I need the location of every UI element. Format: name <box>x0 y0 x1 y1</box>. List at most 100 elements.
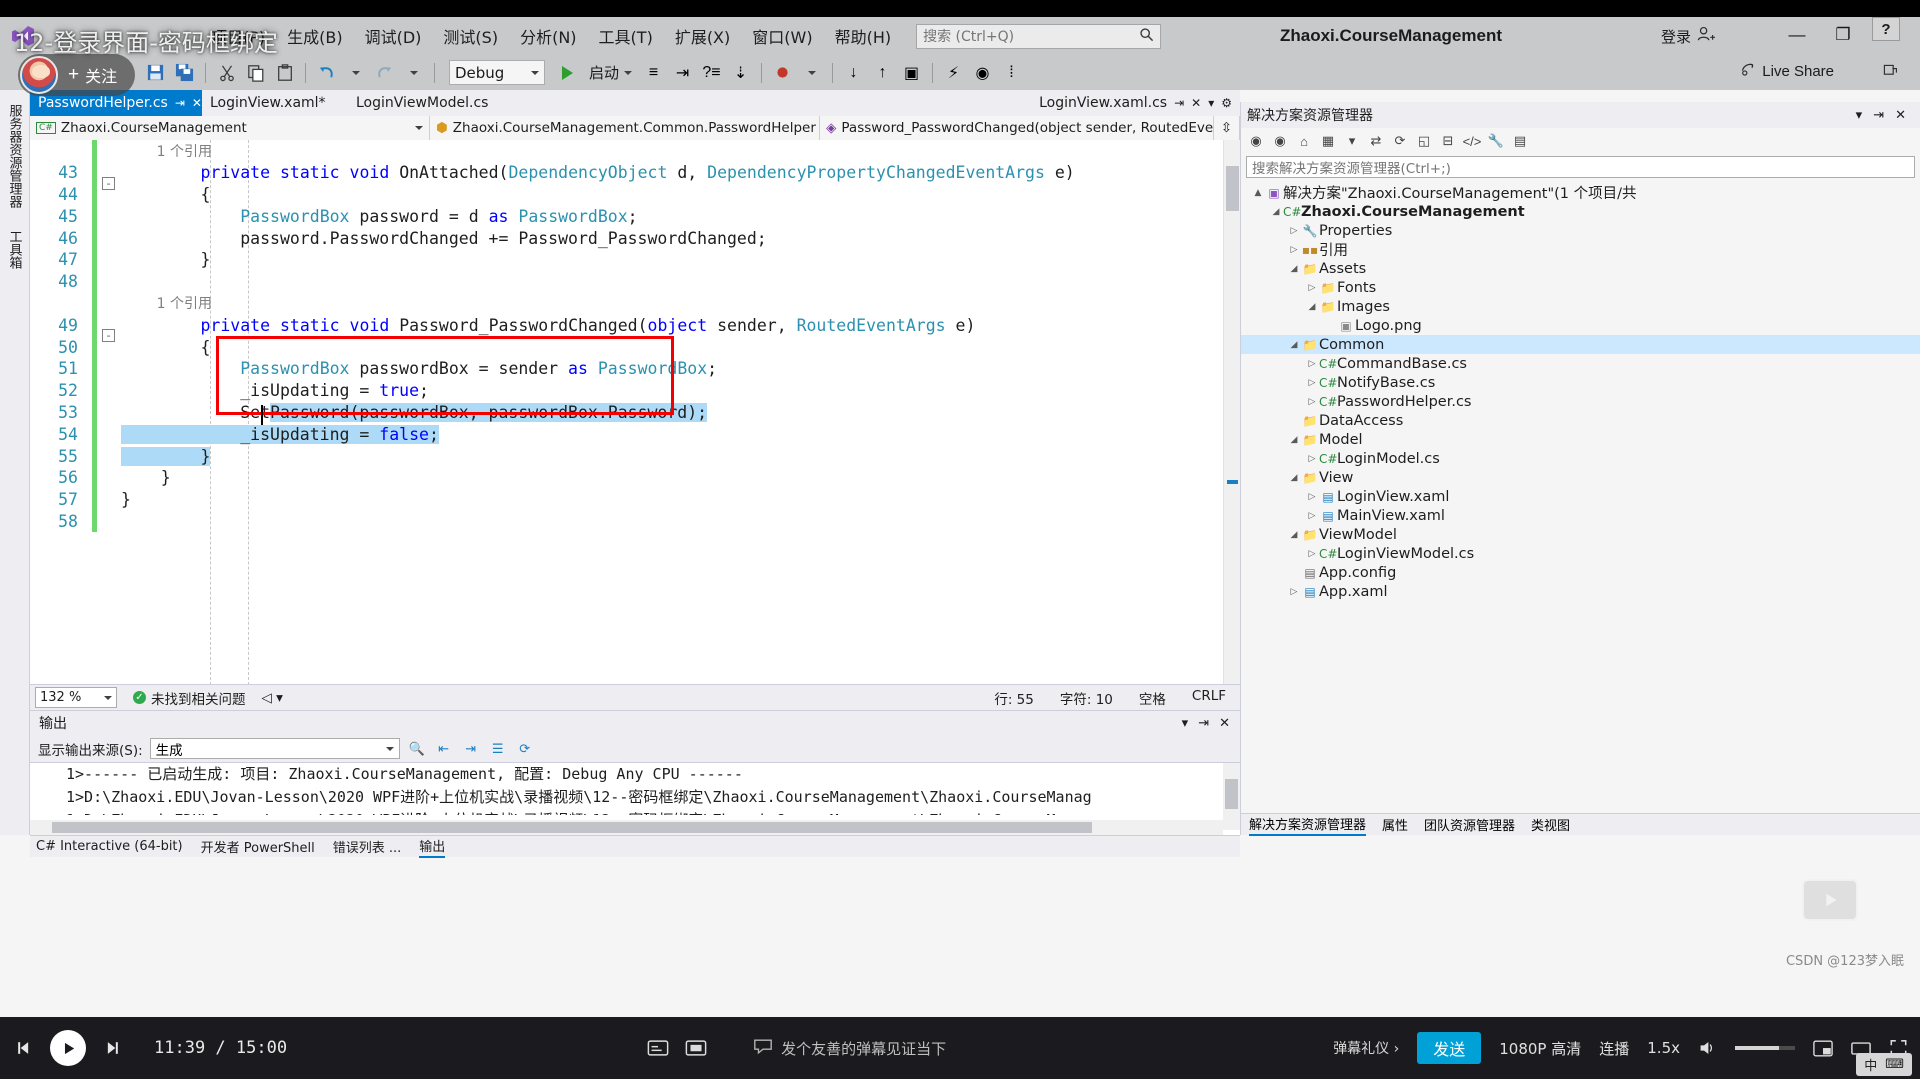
code-line-53[interactable]: 53 SetPassword(passwordBox, passwordBox.… <box>30 401 1240 424</box>
redo-dropdown-icon[interactable] <box>400 60 427 86</box>
picture-in-picture-icon[interactable] <box>1813 1040 1833 1057</box>
editor-actions-icon[interactable]: ◁ ▾ <box>262 690 283 706</box>
more-options-icon[interactable]: ⇣ <box>727 60 754 86</box>
diagnostics-icon[interactable]: ◉ <box>969 60 996 86</box>
tree-item-logo-png[interactable]: ▣ Logo.png <box>1241 316 1920 335</box>
tree-item-passwordhelper-cs[interactable]: ▷ C# PasswordHelper.cs <box>1241 392 1920 411</box>
sync-icon[interactable]: ⇄ <box>1366 131 1386 151</box>
tree-item-app-config[interactable]: ▤ App.config <box>1241 563 1920 582</box>
code-line-55[interactable]: 55 } <box>30 445 1240 467</box>
chevron-down-icon[interactable]: ◢ <box>1287 473 1301 483</box>
code-lines[interactable]: 1 个引用 43- private static void OnAttached(… <box>30 140 1240 533</box>
undo-icon[interactable] <box>313 60 340 86</box>
tree-item-viewmodel[interactable]: ◢ 📁 ViewModel <box>1241 525 1920 544</box>
indent-icon[interactable]: ⇥ <box>669 60 696 86</box>
minimize-button[interactable]: — <box>1774 21 1820 49</box>
tree-item--zhaoxi-coursemanagement-1-[interactable]: ▲ ▣ 解决方案"Zhaoxi.CourseManagement"(1 个项目/共 <box>1241 183 1920 203</box>
gear-icon[interactable]: ⚙ <box>1221 96 1232 110</box>
dock-tab-powershell[interactable]: 开发者 PowerShell <box>201 837 315 856</box>
forward-icon[interactable]: ◉ <box>1270 131 1290 151</box>
menu-item-test[interactable]: 测试(S) <box>432 21 509 51</box>
doctab-loginview-xaml-cs[interactable]: LoginView.xaml.cs ⇥ ✕ ▾ ⚙ <box>1025 90 1240 116</box>
dock-tab-server-explorer[interactable]: 服务器资源管理器 <box>4 96 26 216</box>
doctab-loginviewmodel[interactable]: LoginViewModel.cs <box>348 90 488 116</box>
tree-item-commandbase-cs[interactable]: ▷ C# CommandBase.cs <box>1241 354 1920 373</box>
code-line-57[interactable]: 57} <box>30 488 1240 511</box>
tree-item--[interactable]: ▷ ▪▪ 引用 <box>1241 240 1920 260</box>
live-share-button[interactable]: Live Share <box>1740 61 1834 81</box>
code-line-56[interactable]: 56 } <box>30 466 1240 489</box>
menu-item-debug[interactable]: 调试(D) <box>354 21 433 51</box>
dock-tab-output[interactable]: 输出 <box>419 836 446 858</box>
play-icon[interactable] <box>50 1030 86 1066</box>
output-vertical-scrollbar[interactable] <box>1223 763 1240 830</box>
search-input[interactable]: 搜索 (Ctrl+Q) <box>916 23 1162 49</box>
menu-item-tools[interactable]: 工具(T) <box>588 21 664 51</box>
subtitle-icon[interactable] <box>647 1039 669 1058</box>
next-icon[interactable] <box>102 1038 122 1058</box>
tree-item-properties[interactable]: ▷ 🔧 Properties <box>1241 221 1920 240</box>
menu-item-window[interactable]: 窗口(W) <box>741 21 823 51</box>
tree-item-dataaccess[interactable]: 📁 DataAccess <box>1241 411 1920 430</box>
danmu-input[interactable]: 发个友善的弹幕见证当下 <box>753 1038 946 1059</box>
code-line-49[interactable]: 49- private static void Password_Passwor… <box>30 314 1240 343</box>
chevron-right-icon[interactable]: ▷ <box>1287 587 1301 597</box>
issues-status[interactable]: ✓ 未找到相关问题 <box>133 688 246 708</box>
copy-icon[interactable] <box>242 60 269 86</box>
tree-item-loginview-xaml[interactable]: ▷ ▤ LoginView.xaml <box>1241 487 1920 506</box>
menu-item-help[interactable]: 帮助(H) <box>824 21 903 51</box>
save-all-icon[interactable] <box>171 60 198 86</box>
codelens-reference[interactable]: 1 个引用 <box>121 296 212 312</box>
menu-item-build[interactable]: 生成(B) <box>276 21 353 51</box>
danmu-etiquette-button[interactable]: 弹幕礼仪 › <box>1333 1038 1399 1058</box>
close-icon-output[interactable]: ✕ <box>1219 716 1230 731</box>
chevron-right-icon[interactable]: ▷ <box>1305 397 1319 407</box>
redo-icon[interactable] <box>371 60 398 86</box>
toolbar-overflow-icon[interactable]: ⁞ <box>998 60 1025 86</box>
cut-icon[interactable] <box>213 60 240 86</box>
collection-dropdown-icon[interactable]: ▾ <box>1342 131 1362 151</box>
chevron-down-icon[interactable]: ◢ <box>1287 435 1301 445</box>
output-vscroll-thumb[interactable] <box>1225 779 1238 809</box>
code-line-54[interactable]: 54 _isUpdating = false; <box>30 423 1240 446</box>
maximize-button[interactable]: ❐ <box>1820 21 1866 49</box>
solution-tree[interactable]: ▲ ▣ 解决方案"Zhaoxi.CourseManagement"(1 个项目/共 ◢… <box>1241 181 1920 601</box>
pin-icon-output[interactable]: ⇥ <box>1198 716 1209 731</box>
code-line-45[interactable]: 45 PasswordBox password = d as PasswordB… <box>30 205 1240 228</box>
breakpoint-all-icon[interactable] <box>769 60 796 86</box>
chevron-down-icon[interactable]: ◢ <box>1269 207 1283 217</box>
follow-button-label[interactable]: 关注 <box>85 63 117 87</box>
close-icon[interactable]: ✕ <box>192 96 202 110</box>
stop-icon[interactable]: ▣ <box>898 60 925 86</box>
tree-item-fonts[interactable]: ▷ 📁 Fonts <box>1241 278 1920 297</box>
tree-item-view[interactable]: ◢ 📁 View <box>1241 468 1920 487</box>
tree-item-mainview-xaml[interactable]: ▷ ▤ MainView.xaml <box>1241 506 1920 525</box>
playback-speed[interactable]: 1.5x <box>1647 1039 1680 1057</box>
chevron-right-icon[interactable]: ▷ <box>1305 359 1319 369</box>
home-icon[interactable]: ⌂ <box>1294 131 1314 151</box>
output-text-body[interactable]: 1>------ 已启动生成: 项目: Zhaoxi.CourseManagem… <box>30 763 1223 815</box>
uploader-avatar[interactable] <box>20 56 58 94</box>
editor-vertical-scrollbar[interactable] <box>1223 140 1240 685</box>
se-tab-team-explorer[interactable]: 团队资源管理器 <box>1424 815 1515 834</box>
se-tab-class-view[interactable]: 类视图 <box>1531 815 1570 834</box>
volume-slider[interactable] <box>1735 1046 1795 1050</box>
tree-item-common[interactable]: ◢ 📁 Common <box>1241 335 1920 354</box>
help-badge[interactable]: ? <box>1872 17 1900 41</box>
scrollbar-thumb[interactable] <box>1226 166 1239 211</box>
chevron-right-icon[interactable]: ▷ <box>1305 378 1319 388</box>
code-line-50[interactable]: 50 { <box>30 336 1240 358</box>
tree-item-zhaoxi-coursemanagement[interactable]: ◢ C# Zhaoxi.CourseManagement <box>1241 202 1920 221</box>
step-out-icon[interactable]: ↑ <box>869 60 896 86</box>
output-horizontal-scrollbar[interactable] <box>30 820 1223 835</box>
wrap-text-icon[interactable]: ⇥ <box>461 739 481 759</box>
chevron-down-icon[interactable]: ◢ <box>1287 264 1301 274</box>
uploader-follow-bar[interactable]: + 关注 <box>18 54 136 96</box>
code-line-51[interactable]: 51 PasswordBox passwordBox = sender as P… <box>30 357 1240 380</box>
chevron-down-icon-se[interactable]: ▾ <box>1856 108 1863 123</box>
find-icon[interactable]: 🔍 <box>407 739 427 759</box>
code-reference-line[interactable]: 1 个引用 <box>30 292 1240 315</box>
nav-member-combo[interactable]: ◈ Password_PasswordChanged(object sender… <box>820 116 1214 140</box>
close-icon-se[interactable]: ✕ <box>1895 108 1906 123</box>
code-line-44[interactable]: 44 { <box>30 183 1240 206</box>
